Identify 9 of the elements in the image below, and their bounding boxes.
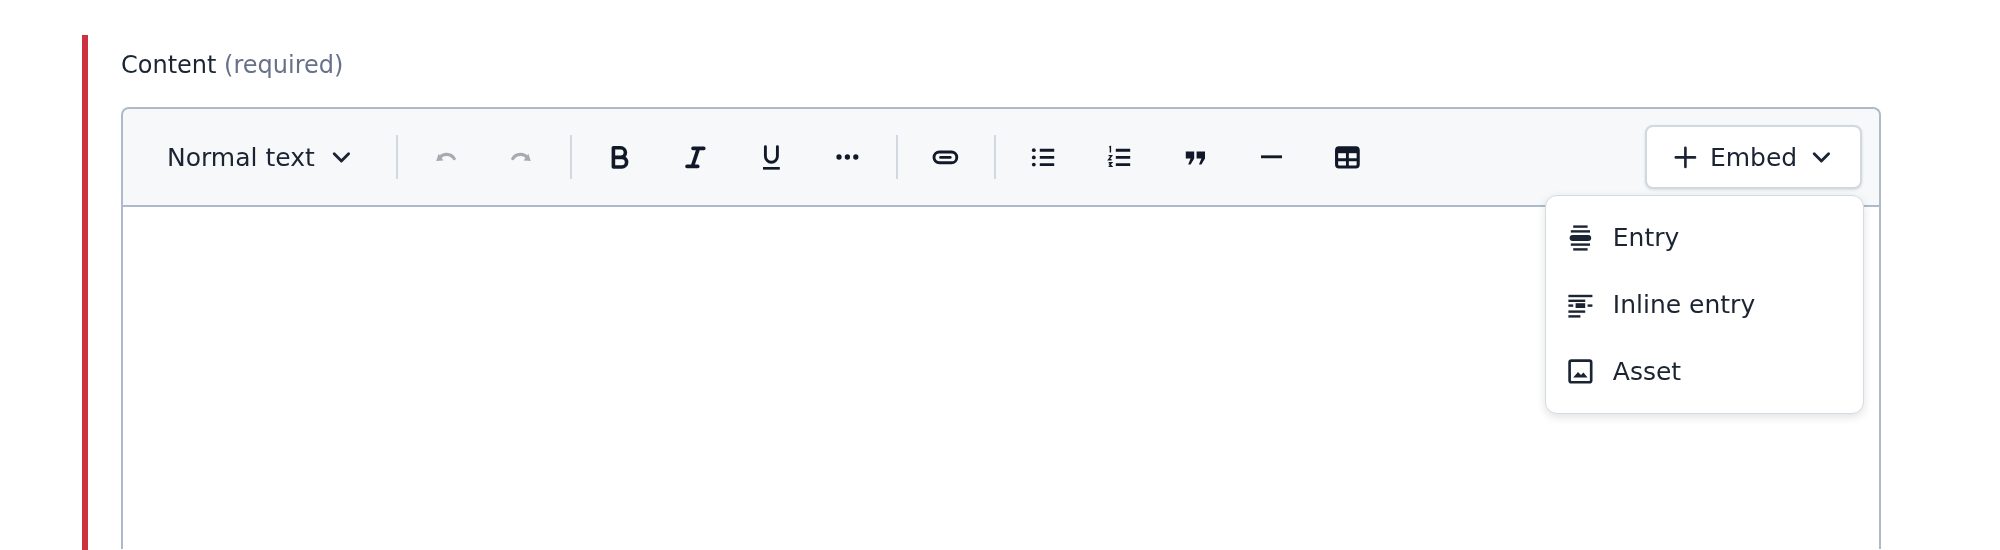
field-label: Content xyxy=(121,51,217,79)
embed-button[interactable]: Embed xyxy=(1645,125,1862,189)
menu-item[interactable]: Entry xyxy=(1546,204,1863,271)
image-icon xyxy=(1566,357,1595,386)
menu-item[interactable]: Inline entry xyxy=(1546,271,1863,338)
text-style-dropdown[interactable]: Normal text xyxy=(147,134,376,180)
menu-item[interactable]: Asset xyxy=(1546,338,1863,405)
rich-text-editor[interactable]: Normal text Embed Entry Inline entry Asset xyxy=(121,107,1881,549)
required-hint: (required) xyxy=(224,51,344,79)
